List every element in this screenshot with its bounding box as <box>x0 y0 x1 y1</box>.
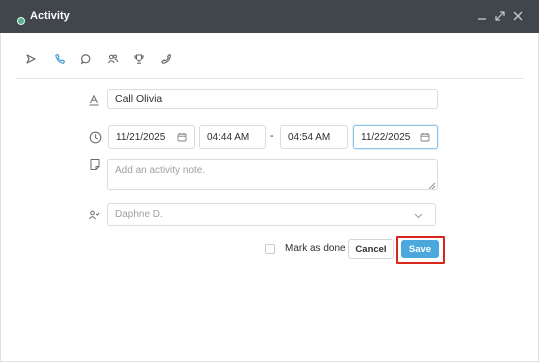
text-format-icon <box>87 93 101 107</box>
window-frame <box>0 33 539 362</box>
assignee-select[interactable]: Daphne D. <box>107 203 436 226</box>
maximize-icon[interactable] <box>493 9 507 23</box>
start-date-input[interactable]: 11/21/2025 <box>108 125 195 149</box>
subject-input[interactable]: Call Olivia <box>107 89 438 109</box>
end-time-value: 04:54 AM <box>288 131 331 143</box>
send-icon[interactable] <box>22 50 40 68</box>
status-dot-icon <box>17 17 25 25</box>
start-time-input[interactable]: 04:44 AM <box>199 125 266 149</box>
calendar-icon[interactable] <box>177 132 187 145</box>
end-time-input[interactable]: 04:54 AM <box>280 125 348 149</box>
chevron-down-icon[interactable] <box>414 211 423 222</box>
chat-bubble-icon[interactable] <box>77 50 95 68</box>
activity-type-tabs <box>0 50 539 68</box>
clock-icon <box>88 130 102 144</box>
assignee-icon <box>87 208 101 222</box>
cancel-button[interactable]: Cancel <box>348 239 394 259</box>
activity-note-textarea[interactable] <box>107 159 438 190</box>
start-time-value: 04:44 AM <box>207 131 250 143</box>
phone-outline-icon[interactable] <box>157 50 175 68</box>
mark-as-done-toggle[interactable]: Mark as done <box>265 243 346 254</box>
calendar-icon[interactable] <box>420 132 430 145</box>
mark-as-done-label: Mark as done <box>285 243 346 254</box>
tabs-divider <box>16 78 524 79</box>
meeting-people-icon[interactable] <box>104 50 122 68</box>
end-date-value: 11/22/2025 <box>361 131 411 143</box>
close-icon[interactable] <box>511 9 525 23</box>
trophy-icon[interactable] <box>130 50 148 68</box>
phone-icon[interactable] <box>51 50 69 68</box>
window-titlebar: Activity <box>0 0 539 33</box>
note-icon <box>88 157 102 171</box>
window-title: Activity <box>30 10 70 22</box>
mark-as-done-checkbox[interactable] <box>265 243 275 254</box>
time-range-separator: - <box>270 130 274 142</box>
subject-value: Call Olivia <box>115 93 163 105</box>
start-date-value: 11/21/2025 <box>116 131 166 143</box>
minimize-icon[interactable] <box>475 9 489 23</box>
end-date-input[interactable]: 11/22/2025 <box>353 125 438 149</box>
assignee-value: Daphne D. <box>115 209 163 220</box>
resize-grip-icon[interactable] <box>428 181 436 193</box>
save-button[interactable]: Save <box>401 240 439 258</box>
